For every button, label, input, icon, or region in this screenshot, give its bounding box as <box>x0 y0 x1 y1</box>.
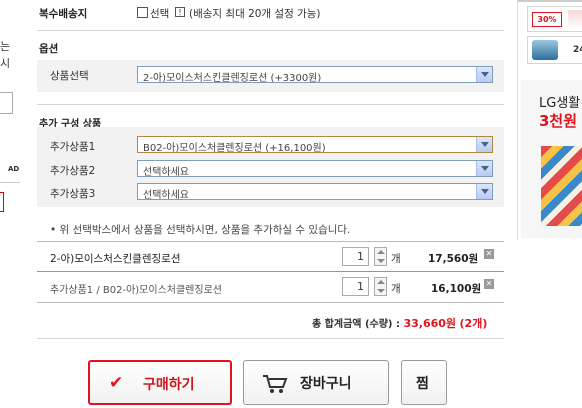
chevron-down-icon <box>476 137 492 152</box>
left-strip-divider <box>0 182 20 183</box>
wishlist-button[interactable]: 찜 <box>401 360 447 405</box>
addon-label-2: 추가상품2 <box>50 165 96 177</box>
check-icon: ✔ <box>109 373 124 393</box>
multi-ship-label: 복수배송지 <box>39 8 88 20</box>
divider-bottom <box>37 338 504 339</box>
buy-button-label: 구매하기 <box>143 377 195 393</box>
right-rail: 30% 24 LG생활 3천원 <box>517 0 582 240</box>
remove-item-icon[interactable]: ✕ <box>484 279 494 289</box>
divider-top <box>37 30 504 31</box>
cart-button[interactable]: 장바구니 <box>243 360 389 405</box>
addon-select-3[interactable]: 선택하세요 <box>137 183 493 200</box>
banner-product-image <box>541 146 582 226</box>
total-label: 총 합계금액 (수량) : <box>312 319 400 330</box>
item-unit-1: 개 <box>391 253 401 265</box>
items-divider <box>37 271 504 272</box>
discount-badge: 30% <box>532 12 562 27</box>
addon-select-1-value: B02-아)모이스처클렌징로션 (+16,100원) <box>143 143 326 153</box>
item-qty-2[interactable]: 1 <box>342 277 369 296</box>
item-price-1: 17,560원 <box>428 253 479 265</box>
cart-button-label: 장바구니 <box>300 376 352 392</box>
option-select[interactable]: 2-아)모이스처스킨클렌징로션 (+3300원) <box>137 66 493 83</box>
chevron-down-icon <box>476 67 492 82</box>
addon-select-3-value: 선택하세요 <box>143 190 189 200</box>
rail-card-1[interactable]: 30% <box>527 6 582 32</box>
item-name-2: 추가상품1 / B02-아)모이스처클렌징로션 <box>50 285 222 296</box>
multi-ship-checkbox-label: 선택 <box>150 8 170 20</box>
left-strip-red-box[interactable] <box>0 192 4 212</box>
item-name-1: 2-아)모이스처스킨클렌징로션 <box>50 253 181 265</box>
chevron-down-icon <box>476 161 492 176</box>
lg-banner[interactable]: LG생활 3천원 <box>521 80 582 238</box>
total-row: 총 합계금액 (수량) : 33,660원 (2개) <box>312 315 487 331</box>
item-unit-2: 개 <box>391 283 401 295</box>
wishlist-button-label: 찜 <box>416 376 429 392</box>
left-strip-text-1: 는 <box>0 40 11 53</box>
multi-ship-checkbox[interactable] <box>137 7 148 18</box>
addon-label-1: 추가상품1 <box>50 141 96 153</box>
left-strip-ad: AD <box>8 165 20 173</box>
item-price-2: 16,100원 <box>431 283 482 295</box>
rail-thumb-2 <box>532 40 558 60</box>
option-field-label: 상품선택 <box>50 70 89 82</box>
addon-select-2[interactable]: 선택하세요 <box>137 160 493 177</box>
cart-icon <box>263 375 288 393</box>
addon-select-2-value: 선택하세요 <box>143 167 189 177</box>
buy-button[interactable]: ✔ 구매하기 <box>88 360 232 405</box>
banner-line-1: LG생활 <box>539 96 581 111</box>
help-icon[interactable]: ! <box>175 7 185 17</box>
left-strip-text-2: 시 <box>0 57 11 70</box>
option-select-value: 2-아)모이스처스킨클렌징로션 (+3300원) <box>143 73 322 83</box>
remove-item-icon[interactable]: ✕ <box>484 249 494 259</box>
addon-label-3: 추가상품3 <box>50 188 96 200</box>
qty-stepper-2[interactable] <box>374 277 387 296</box>
chevron-down-icon <box>476 184 492 199</box>
divider-mid <box>37 104 504 105</box>
total-count: (2개) <box>459 317 488 330</box>
multi-ship-note: (배송지 최대 20개 설정 가능) <box>189 8 321 20</box>
item-qty-1[interactable]: 1 <box>342 247 369 266</box>
rail-card-2-number: 24 <box>573 45 582 55</box>
notice-text: • 위 선택박스에서 상품을 선택하시면, 상품을 추가하실 수 있습니다. <box>50 224 351 236</box>
option-section-label: 옵션 <box>39 43 59 55</box>
banner-line-2: 3천원 <box>539 112 578 130</box>
qty-stepper-1[interactable] <box>374 247 387 266</box>
rail-card-2[interactable]: 24 <box>527 36 582 64</box>
rail-divider <box>518 0 582 2</box>
left-strip-input[interactable] <box>0 92 13 114</box>
total-amount: 33,660원 <box>403 317 457 330</box>
addon-select-1[interactable]: B02-아)모이스처클렌징로션 (+16,100원) <box>137 136 493 153</box>
rail-thumb-1 <box>568 10 582 29</box>
left-strip: 는 시 AD <box>0 0 20 408</box>
